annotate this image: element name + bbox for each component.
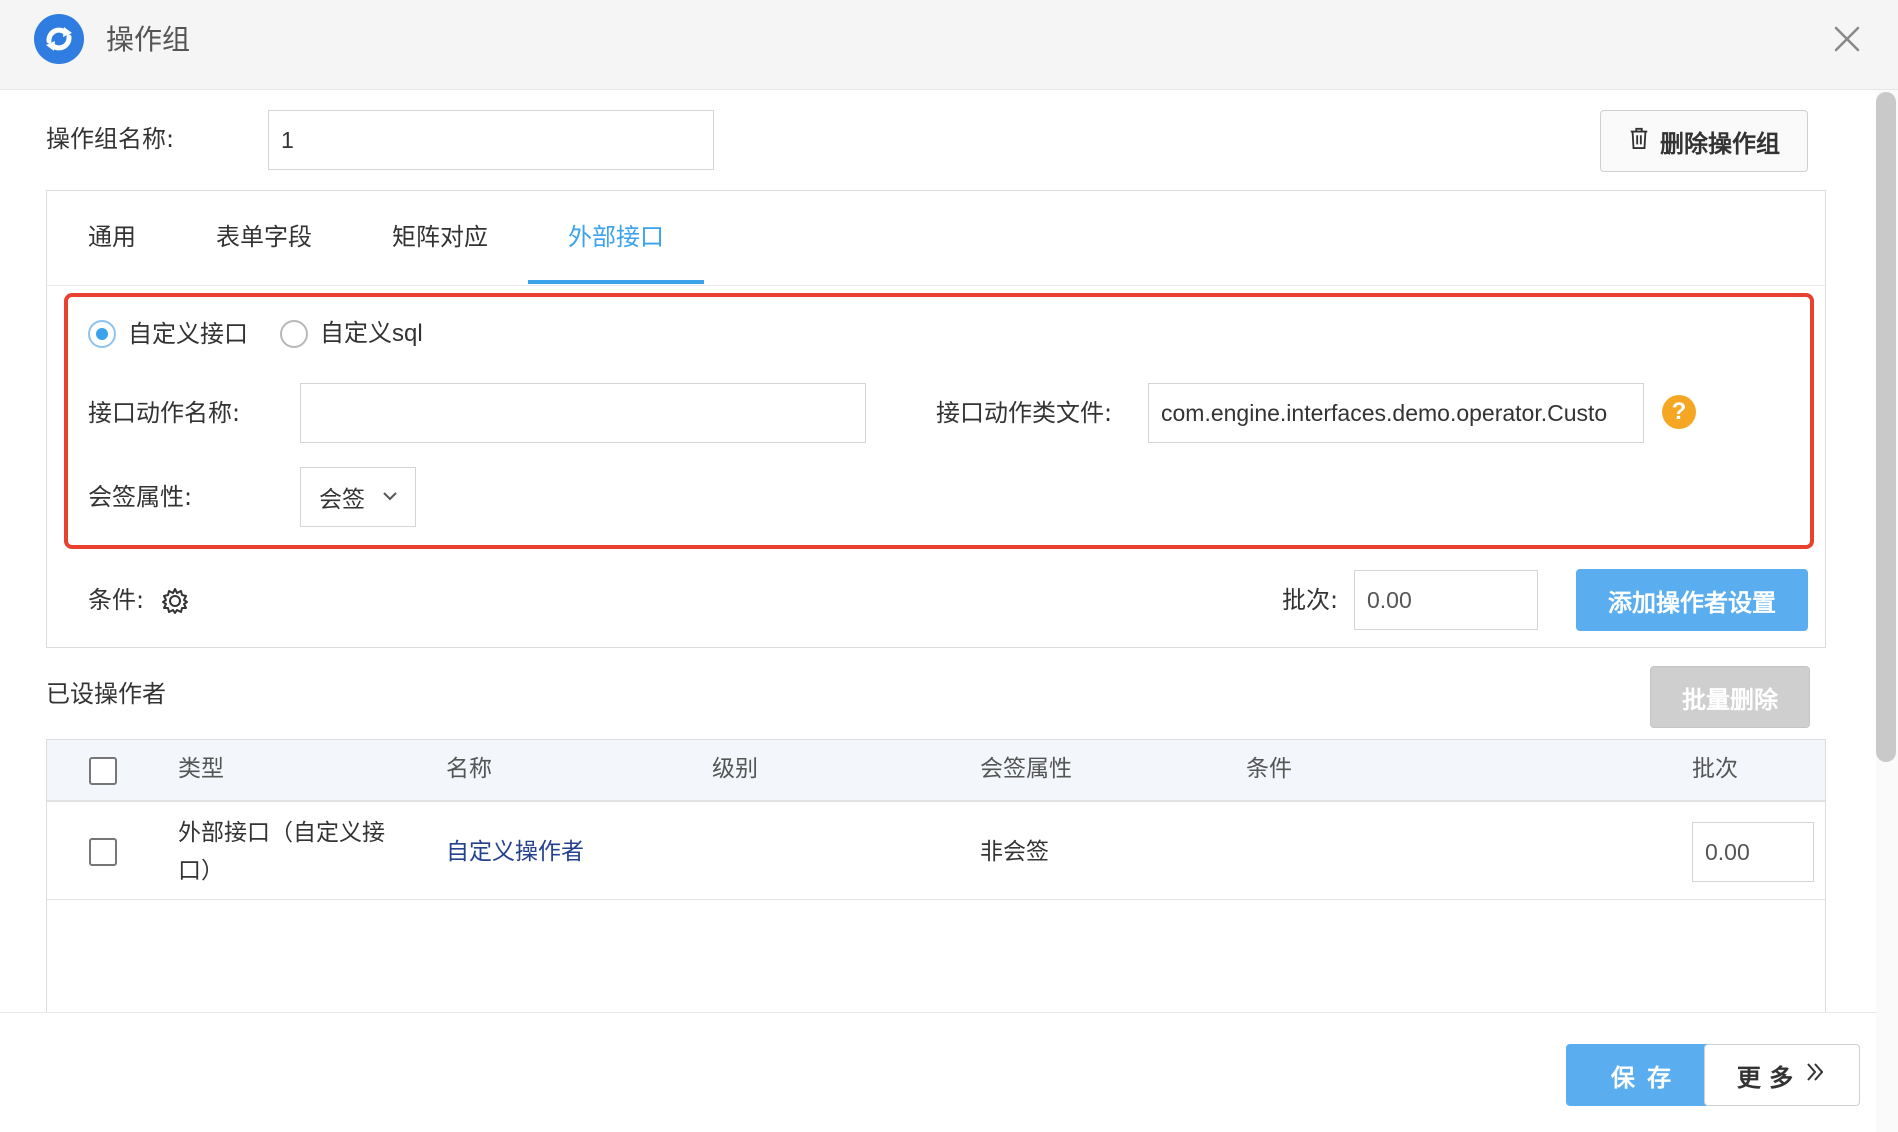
column-level: 级别 <box>712 756 758 782</box>
countersign-select[interactable]: 会签 <box>300 467 416 527</box>
action-class-input[interactable]: com.engine.interfaces.demo.operator.Cust… <box>1148 383 1644 443</box>
delete-group-label: 删除操作组 <box>1660 129 1780 158</box>
tab-matrix[interactable]: 矩阵对应 <box>392 220 488 254</box>
row-type-line2: 口） <box>178 858 224 884</box>
more-button[interactable]: 更 多 <box>1704 1044 1860 1106</box>
radio-custom-sql[interactable] <box>280 320 308 348</box>
tab-bar <box>46 190 1826 286</box>
trash-icon <box>1628 126 1650 156</box>
dialog-title: 操作组 <box>106 23 191 56</box>
row-name-link[interactable]: 自定义操作者 <box>446 833 584 871</box>
radio-custom-sql-label: 自定义sql <box>320 320 423 347</box>
row-checkbox[interactable] <box>89 838 117 866</box>
tab-form-fields[interactable]: 表单字段 <box>216 220 312 254</box>
batch-label: 批次: <box>1282 586 1339 614</box>
delete-group-button[interactable]: 删除操作组 <box>1600 110 1808 172</box>
action-class-label: 接口动作类文件: <box>936 399 1113 427</box>
column-batch: 批次 <box>1692 756 1738 782</box>
group-name-label: 操作组名称: <box>46 125 175 153</box>
radio-custom-interface-label: 自定义接口 <box>128 320 248 348</box>
action-name-label: 接口动作名称: <box>88 399 241 427</box>
select-all-checkbox[interactable] <box>89 757 117 785</box>
more-button-label: 更 多 <box>1736 1063 1794 1092</box>
action-name-input[interactable] <box>300 383 866 443</box>
condition-label: 条件: <box>88 586 145 614</box>
countersign-label: 会签属性: <box>88 483 193 511</box>
row-type-line1: 外部接口（自定义接 <box>178 820 385 846</box>
column-type: 类型 <box>178 756 224 782</box>
double-chevron-right-icon <box>1803 1060 1827 1090</box>
countersign-selected-value: 会签 <box>319 487 365 513</box>
column-name: 名称 <box>446 756 492 782</box>
group-name-input[interactable]: 1 <box>268 110 714 170</box>
operation-group-dialog: 操作组 操作组名称: 1 删除操作组 通用 表单字段 矩阵对应 外部接口 自定义… <box>0 0 1898 1132</box>
batch-input[interactable]: 0.00 <box>1354 570 1538 630</box>
column-countersign: 会签属性 <box>980 756 1072 782</box>
help-icon[interactable]: ? <box>1662 395 1696 429</box>
tab-general[interactable]: 通用 <box>88 220 136 254</box>
gear-icon[interactable] <box>160 586 190 616</box>
tab-external-interface[interactable]: 外部接口 <box>568 220 664 254</box>
close-icon[interactable] <box>1830 22 1864 56</box>
radio-custom-interface[interactable] <box>88 320 116 348</box>
dialog-header: 操作组 <box>0 0 1898 90</box>
chevron-down-icon <box>379 485 401 507</box>
sync-logo-icon <box>34 14 84 64</box>
column-condition: 条件 <box>1246 756 1292 782</box>
row-batch-input[interactable]: 0.00 <box>1692 822 1814 882</box>
table-header <box>47 740 1825 802</box>
bulk-delete-button[interactable]: 批量删除 <box>1650 666 1810 728</box>
active-tab-indicator <box>528 280 704 284</box>
scrollbar-thumb[interactable] <box>1876 92 1896 762</box>
save-button[interactable]: 保 存 <box>1566 1044 1718 1106</box>
add-operator-button[interactable]: 添加操作者设置 <box>1576 569 1808 631</box>
operators-section-title: 已设操作者 <box>46 680 166 708</box>
row-countersign: 非会签 <box>980 839 1049 865</box>
